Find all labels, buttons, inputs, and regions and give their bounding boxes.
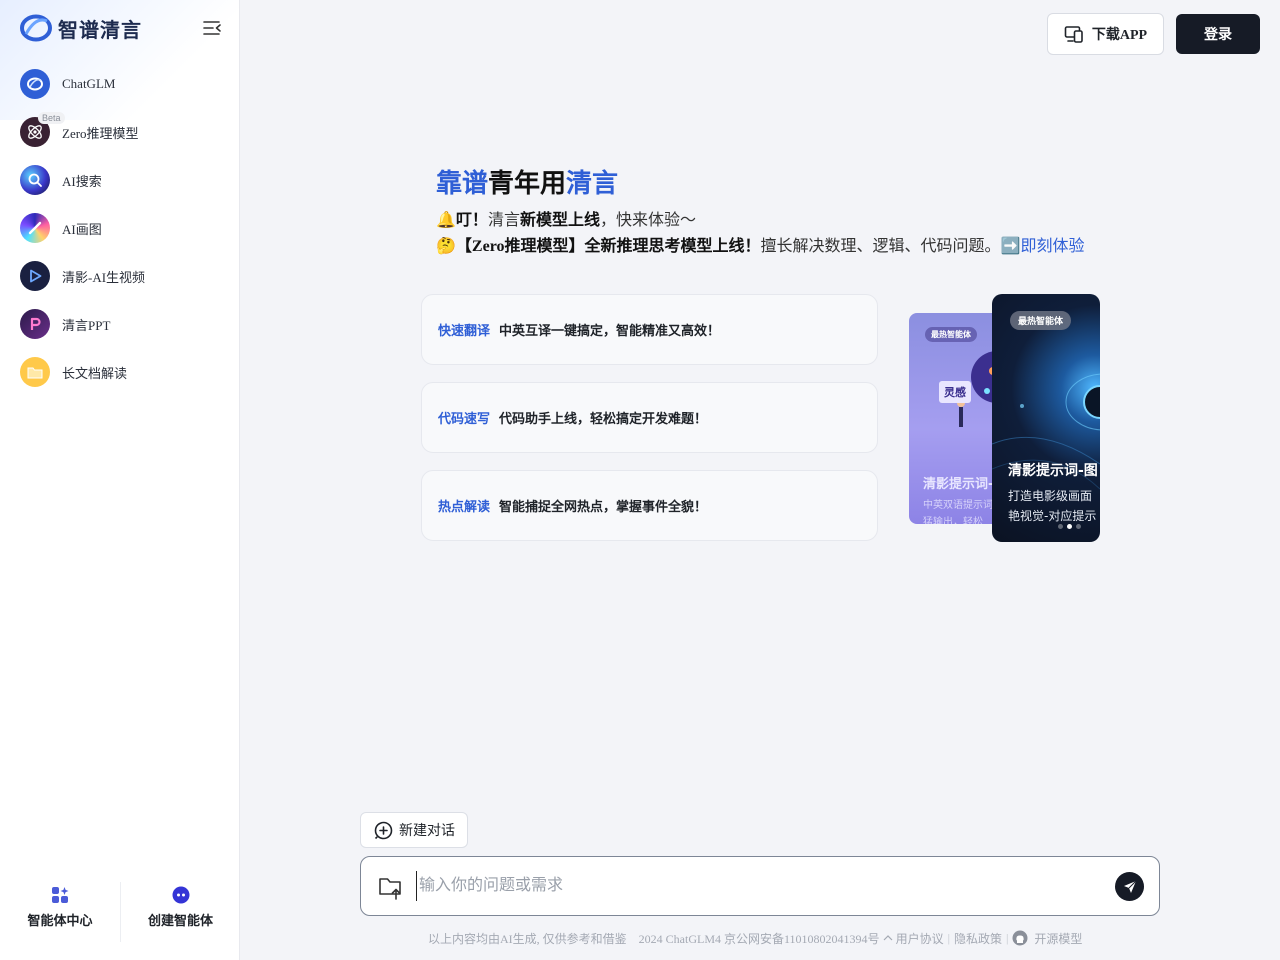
notice-new-model: 🔔叮！清言新模型上线，快来体验～ (436, 208, 1136, 234)
upload-folder-icon[interactable] (378, 874, 404, 900)
slogan: 靠谱青年用清言 (436, 166, 1136, 202)
agent-center-label: 智能体中心 (27, 914, 93, 929)
sidebar-item-ai-search[interactable]: AI搜索 (20, 156, 220, 204)
send-button[interactable] (1115, 872, 1144, 901)
notice-text: ，快来体验～ (599, 212, 696, 229)
chat-input[interactable] (416, 871, 1096, 901)
new-chat-icon (374, 821, 393, 839)
new-chat-button[interactable]: 新建对话 (360, 812, 468, 848)
card-desc: 智能捕捉全网热点，掌握事件全貌！ (499, 500, 708, 515)
hot-agent-badge: 最热智能体 (1010, 311, 1072, 330)
download-app-button[interactable]: 下载APP (1047, 13, 1164, 55)
sidebar-item-label: Zero推理模型 (62, 125, 139, 141)
card-tag: 快速翻译 (438, 324, 491, 339)
carousel-dot[interactable] (1076, 524, 1081, 529)
github-icon[interactable] (1012, 930, 1028, 946)
carousel-dot[interactable] (1058, 524, 1063, 529)
sidebar-item-label: 清影-AI生视频 (62, 269, 146, 285)
brand-logo[interactable]: 智谱清言 (20, 12, 222, 44)
slogan-part: 清言 (566, 169, 619, 199)
video-play-icon (20, 261, 50, 291)
collapse-sidebar-icon[interactable] (202, 18, 222, 38)
folder-icon (20, 357, 50, 387)
back-slide-line: 猛输出，轻松 (923, 517, 983, 524)
chatglm-icon (20, 69, 50, 99)
back-slide-line: 中英双语提示词 (923, 500, 993, 511)
bell-icon: 🔔 (436, 212, 456, 229)
sidebar-item-label: ChatGLM (62, 76, 116, 91)
idea-sign: 灵感 (939, 381, 971, 403)
sidebar-item-label: AI搜索 (62, 173, 102, 189)
agent-center-button[interactable]: 智能体中心 (0, 882, 120, 942)
slogan-part: 青年用 (488, 169, 567, 199)
hot-agent-badge: 最热智能体 (925, 327, 977, 342)
zhipu-logo-icon (20, 14, 52, 42)
card-tag: 热点解读 (438, 500, 491, 515)
user-agreement-link[interactable]: 用户协议 (896, 930, 944, 947)
suggestion-card-code[interactable]: 代码速写 代码助手上线，轻松搞定开发难题！ (421, 382, 878, 453)
footer-separator: | (1006, 930, 1009, 945)
send-icon (1123, 880, 1136, 893)
privacy-policy-link[interactable]: 隐私政策 (954, 930, 1002, 947)
slogan-part: 靠谱 (436, 169, 489, 199)
carousel-dots (1058, 524, 1081, 529)
sidebar-item-zero[interactable]: Beta Zero推理模型 (20, 108, 220, 156)
sidebar-item-video[interactable]: 清影-AI生视频 (20, 252, 220, 300)
notice-bold: 叮！ (455, 212, 488, 229)
new-chat-label: 新建对话 (399, 824, 455, 839)
notice-bold: 新模型上线 (519, 212, 600, 229)
sidebar-item-ppt[interactable]: 清言PPT (20, 300, 220, 348)
sidebar-nav: ChatGLM Beta Zero推理模型 AI搜索 AI画图 清影-AI生视频… (20, 60, 220, 396)
try-now-link[interactable]: 即刻体验 (1020, 238, 1084, 255)
icp-record[interactable]: 2024 ChatGLM4 京公网安备11010802041394号 (639, 930, 880, 947)
sidebar-item-chatglm[interactable]: ChatGLM (20, 60, 220, 108)
chevron-up-icon (883, 935, 892, 941)
download-app-label: 下载APP (1091, 28, 1148, 43)
eye-visual-icon (992, 373, 1100, 490)
notice-bold: 【Zero推理模型】全新推理思考模型上线！ (455, 238, 761, 255)
ai-search-icon (20, 165, 50, 195)
card-desc: 代码助手上线，轻松搞定开发难题！ (499, 412, 708, 427)
agent-grid-icon (52, 887, 69, 903)
carousel-slide-front[interactable]: 最热智能体 清影提示词-图 打造电影级画面 艳视觉-对应提示 (992, 294, 1100, 542)
ai-disclaimer: 以上内容均由AI生成, 仅供参考和借鉴 (428, 931, 627, 946)
carousel-dot-active[interactable] (1067, 524, 1072, 529)
sidebar-item-long-doc[interactable]: 长文档解读 (20, 348, 220, 396)
create-agent-icon (172, 886, 189, 904)
chat-input-box (360, 856, 1160, 916)
agent-carousel: 最热智能体 灵感 清影提示词- 中英双语提示词 猛输出，轻松 最热智能体 清影提… (909, 294, 1100, 542)
front-slide-line: 打造电影级画面 (1008, 489, 1093, 503)
suggestion-card-translate[interactable]: 快速翻译 中英互译一键搞定，智能精准又高效！ (421, 294, 878, 365)
sidebar: 智谱清言 ChatGLM Beta Zero推理模型 AI搜索 AI画图 清影-… (0, 0, 240, 960)
notice-text: 清言 (487, 212, 520, 229)
sidebar-item-label: AI画图 (62, 221, 102, 237)
card-desc: 中英互译一键搞定，智能精准又高效！ (499, 324, 721, 339)
sidebar-bottom-actions: 智能体中心 创建智能体 (0, 882, 240, 942)
create-agent-label: 创建智能体 (147, 914, 213, 929)
suggestion-card-hotspot[interactable]: 热点解读 智能捕捉全网热点，掌握事件全貌！ (421, 470, 878, 541)
beta-badge: Beta (38, 112, 65, 124)
front-slide-title: 清影提示词-图 (1008, 463, 1098, 479)
notice-zero-model: 🤔【Zero推理模型】全新推理思考模型上线！擅长解决数理、逻辑、代码问题。➡️即… (436, 234, 1136, 260)
sidebar-item-label: 清言PPT (62, 317, 111, 333)
open-source-link[interactable]: 开源模型 (1034, 930, 1082, 947)
thinking-face-icon: 🤔 (436, 238, 456, 255)
hero: 靠谱青年用清言 🔔叮！清言新模型上线，快来体验～ 🤔【Zero推理模型】全新推理… (436, 166, 1136, 260)
devices-icon (1064, 26, 1083, 43)
login-button[interactable]: 登录 (1176, 14, 1260, 54)
sidebar-item-ai-draw[interactable]: AI画图 (20, 204, 220, 252)
ppt-icon (20, 309, 50, 339)
footer-separator: | (947, 930, 950, 945)
back-slide-title: 清影提示词- (923, 477, 994, 492)
arrow-right-icon: ➡️ (1000, 238, 1021, 255)
front-slide-line: 艳视觉-对应提示 (1008, 509, 1097, 523)
card-tag: 代码速写 (438, 412, 491, 427)
sidebar-item-label: 长文档解读 (62, 365, 128, 381)
footer: 以上内容均由AI生成, 仅供参考和借鉴 2024 ChatGLM4 京公网安备1… (428, 929, 1082, 947)
notice-text: 擅长解决数理、逻辑、代码问题。 (760, 238, 1001, 255)
ai-draw-icon (20, 213, 50, 243)
brand-name: 智谱清言 (58, 17, 142, 42)
create-agent-button[interactable]: 创建智能体 (120, 882, 240, 942)
